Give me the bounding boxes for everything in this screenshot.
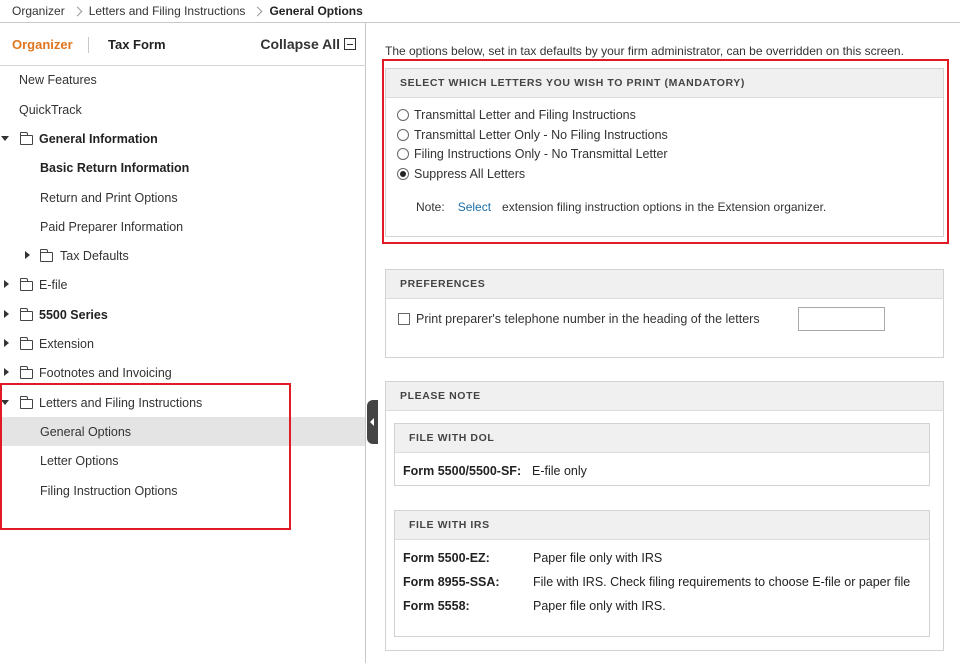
irs-row-5558: Form 5558: Paper file only with IRS. xyxy=(403,599,923,615)
breadcrumb-item-organizer[interactable]: Organizer xyxy=(12,4,65,18)
form-name: Form 8955-SSA: xyxy=(403,575,500,589)
note-text: extension filing instruction options in … xyxy=(502,200,827,214)
folder-icon xyxy=(20,308,33,321)
collapse-minus-icon[interactable] xyxy=(344,38,356,50)
form-filing-value: File with IRS. Check filing requirements… xyxy=(533,575,911,589)
letters-panel-header: SELECT WHICH LETTERS YOU WISH TO PRINT (… xyxy=(386,69,943,98)
sidebar-tabs: Organizer Tax Form Collapse All xyxy=(0,23,366,66)
caret-right-icon[interactable] xyxy=(4,280,9,288)
preparer-phone-field[interactable] xyxy=(798,307,885,331)
sidebar-item-label: Basic Return Information xyxy=(40,160,190,175)
sidebar-item-label: Extension xyxy=(39,336,94,351)
radio-button[interactable] xyxy=(397,109,409,121)
sidebar-item-paid-preparer[interactable]: Paid Preparer Information xyxy=(0,212,365,241)
caret-right-icon[interactable] xyxy=(25,251,30,259)
folder-icon xyxy=(40,249,53,262)
breadcrumb-item-letters[interactable]: Letters and Filing Instructions xyxy=(89,4,246,18)
sidebar-item-label: Filing Instruction Options xyxy=(40,483,178,498)
sidebar-item-tax-defaults[interactable]: Tax Defaults xyxy=(0,241,365,270)
form-name: Form 5500-EZ: xyxy=(403,551,490,565)
form-filing-value: Paper file only with IRS xyxy=(533,551,663,565)
file-with-irs-panel: FILE WITH IRS xyxy=(394,510,930,637)
please-note-panel-header: PLEASE NOTE xyxy=(386,382,943,411)
select-extension-link[interactable]: Select xyxy=(458,200,491,214)
irs-row-5500-ez: Form 5500-EZ: Paper file only with IRS xyxy=(403,551,923,567)
sidebar-item-extension[interactable]: Extension xyxy=(0,329,365,358)
form-name: Form 5500/5500-SF: xyxy=(403,464,522,478)
breadcrumb-item-current: General Options xyxy=(269,4,363,18)
sidebar-item-basic-return-information[interactable]: Basic Return Information xyxy=(0,153,365,182)
radio-label: Suppress All Letters xyxy=(414,167,526,181)
collapse-all-button[interactable]: Collapse All xyxy=(260,36,340,52)
chevron-right-icon xyxy=(245,0,269,23)
sidebar-item-e-file[interactable]: E-file xyxy=(0,270,365,299)
note-label: Note: xyxy=(416,200,445,214)
radio-button[interactable] xyxy=(397,148,409,160)
radio-option-transmittal-only[interactable]: Transmittal Letter Only - No Filing Inst… xyxy=(397,128,668,142)
folder-icon xyxy=(20,396,33,409)
radio-option-transmittal-and-filing[interactable]: Transmittal Letter and Filing Instructio… xyxy=(397,108,636,122)
sidebar-item-quicktrack[interactable]: QuickTrack xyxy=(0,95,365,124)
dol-row-5500: Form 5500/5500-SF: E-file only xyxy=(403,464,923,480)
sidebar-item-label: General Options xyxy=(40,424,132,439)
folder-icon xyxy=(20,366,33,379)
form-filing-value: E-file only xyxy=(532,464,587,478)
sidebar-item-label: Letters and Filing Instructions xyxy=(39,395,203,410)
sidebar-item-new-features[interactable]: New Features xyxy=(0,65,365,94)
sidebar-item-general-options[interactable]: General Options xyxy=(0,417,365,446)
breadcrumb: Organizer Letters and Filing Instruction… xyxy=(0,0,960,23)
sidebar-item-return-print-options[interactable]: Return and Print Options xyxy=(0,183,365,212)
irs-row-8955-ssa: Form 8955-SSA: File with IRS. Check fili… xyxy=(403,575,923,591)
caret-down-icon[interactable] xyxy=(1,400,9,405)
sidebar-item-letter-options[interactable]: Letter Options xyxy=(0,446,365,475)
panel-splitter-handle[interactable] xyxy=(367,400,378,444)
folder-icon xyxy=(20,337,33,350)
letters-note: Note: Select extension filing instructio… xyxy=(416,200,826,214)
file-with-dol-header: FILE WITH DOL xyxy=(395,424,929,453)
radio-label: Filing Instructions Only - No Transmitta… xyxy=(414,147,668,161)
preparer-phone-label: Print preparer's telephone number in the… xyxy=(416,312,760,326)
sidebar-item-footnotes-invoicing[interactable]: Footnotes and Invoicing xyxy=(0,358,365,387)
sidebar-item-label: Paid Preparer Information xyxy=(40,219,184,234)
tab-divider xyxy=(88,37,89,53)
folder-icon xyxy=(20,278,33,291)
sidebar-item-label: Letter Options xyxy=(40,453,119,468)
tab-organizer[interactable]: Organizer xyxy=(12,37,73,52)
caret-right-icon[interactable] xyxy=(4,310,9,318)
radio-option-suppress-all[interactable]: Suppress All Letters xyxy=(397,167,525,181)
sidebar-item-label: 5500 Series xyxy=(39,307,108,322)
radio-button-selected[interactable] xyxy=(397,168,409,180)
sidebar-item-label: Tax Defaults xyxy=(60,248,129,263)
preferences-panel-header: PREFERENCES xyxy=(386,270,943,299)
sidebar-item-5500-series[interactable]: 5500 Series xyxy=(0,300,365,329)
sidebar-item-label: General Information xyxy=(39,131,158,146)
form-filing-value: Paper file only with IRS. xyxy=(533,599,666,613)
tab-tax-form[interactable]: Tax Form xyxy=(108,37,166,52)
intro-text: The options below, set in tax defaults b… xyxy=(385,44,904,58)
caret-right-icon[interactable] xyxy=(4,368,9,376)
caret-down-icon[interactable] xyxy=(1,136,9,141)
folder-icon xyxy=(20,132,33,145)
radio-option-filing-only[interactable]: Filing Instructions Only - No Transmitta… xyxy=(397,147,668,161)
sidebar-item-label: Footnotes and Invoicing xyxy=(39,365,172,380)
sidebar-item-label: E-file xyxy=(39,277,68,292)
radio-label: Transmittal Letter Only - No Filing Inst… xyxy=(414,128,668,142)
sidebar-item-label: New Features xyxy=(19,72,97,87)
chevron-right-icon xyxy=(65,0,89,23)
sidebar-item-letters-filing[interactable]: Letters and Filing Instructions xyxy=(0,388,365,417)
preparer-phone-option[interactable]: Print preparer's telephone number in the… xyxy=(398,312,760,326)
sidebar-item-general-information[interactable]: General Information xyxy=(0,124,365,153)
sidebar-item-filing-instruction-options[interactable]: Filing Instruction Options xyxy=(0,476,365,505)
sidebar: Organizer Tax Form Collapse All New Feat… xyxy=(0,23,366,663)
sidebar-item-label: Return and Print Options xyxy=(40,190,178,205)
preparer-phone-checkbox[interactable] xyxy=(398,313,410,325)
form-name: Form 5558: xyxy=(403,599,470,613)
radio-label: Transmittal Letter and Filing Instructio… xyxy=(414,108,636,122)
radio-button[interactable] xyxy=(397,129,409,141)
sidebar-item-label: QuickTrack xyxy=(19,102,82,117)
caret-right-icon[interactable] xyxy=(4,339,9,347)
file-with-irs-header: FILE WITH IRS xyxy=(395,511,929,540)
